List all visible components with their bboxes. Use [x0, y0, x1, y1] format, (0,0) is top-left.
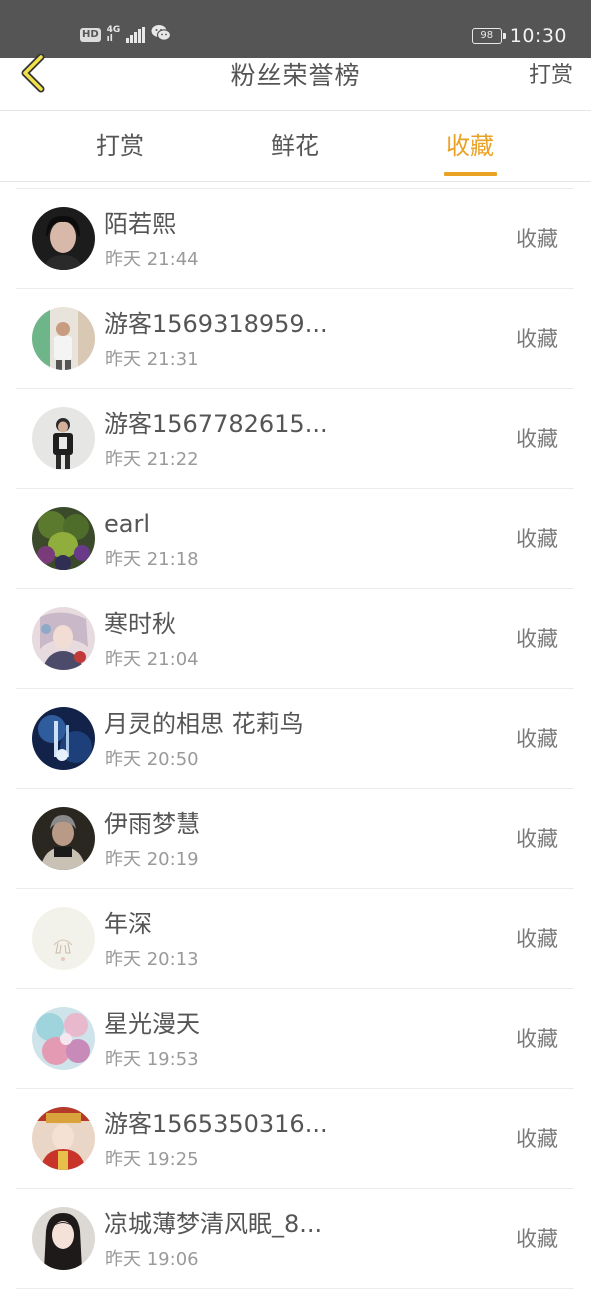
list-item[interactable]: 游客1569318959... 昨天 21:31 收藏: [16, 289, 574, 389]
avatar: [32, 407, 95, 470]
favorite-label: 收藏: [516, 727, 558, 751]
user-name: 凉城薄梦清风眠_8...: [104, 1210, 323, 1238]
timestamp: 昨天 21:18: [105, 549, 199, 570]
user-name: 陌若熙: [104, 210, 176, 238]
page-title: 粉丝荣誉榜: [230, 61, 361, 90]
timestamp: 昨天 20:13: [105, 949, 199, 970]
favorite-label: 收藏: [516, 1027, 558, 1051]
tab-reward[interactable]: 打赏: [60, 111, 180, 181]
list-item[interactable]: 星光漫天 昨天 19:53 收藏: [16, 989, 574, 1089]
timestamp: 昨天 20:50: [105, 749, 199, 770]
fan-list: 陌若熙 昨天 21:44 收藏 游客1569318959... 昨天 21:31…: [16, 188, 574, 1289]
timestamp: 昨天 19:53: [105, 1049, 199, 1070]
tab-indicator: [444, 172, 497, 176]
timestamp: 昨天 21:04: [105, 649, 199, 670]
user-name: 星光漫天: [104, 1010, 200, 1038]
tab-flowers[interactable]: 鲜花: [235, 111, 355, 181]
list-item[interactable]: 游客1567782615... 昨天 21:22 收藏: [16, 389, 574, 489]
user-name: 寒时秋: [104, 610, 176, 638]
timestamp: 昨天 21:44: [105, 249, 199, 270]
timestamp: 昨天 19:25: [105, 1149, 199, 1170]
avatar: [32, 1107, 95, 1170]
list-item[interactable]: 寒时秋 昨天 21:04 收藏: [16, 589, 574, 689]
favorite-label: 收藏: [516, 427, 558, 451]
user-name: 年深: [104, 910, 152, 938]
signal-icon: [126, 27, 145, 43]
list-item[interactable]: 陌若熙 昨天 21:44 收藏: [16, 189, 574, 289]
avatar: [32, 1007, 95, 1070]
favorite-label: 收藏: [516, 827, 558, 851]
list-item[interactable]: 游客1565350316... 昨天 19:25 收藏: [16, 1089, 574, 1189]
favorite-label: 收藏: [516, 527, 558, 551]
status-bar: HD 4G ıl 98 10:30: [0, 0, 591, 58]
favorite-label: 收藏: [516, 1227, 558, 1251]
reward-button[interactable]: 打赏: [529, 58, 573, 94]
timestamp: 昨天 20:19: [105, 849, 199, 870]
list-item[interactable]: 月灵的相思 花莉鸟 昨天 20:50 收藏: [16, 689, 574, 789]
user-name: 月灵的相思 花莉鸟: [104, 710, 304, 738]
list-item[interactable]: earl 昨天 21:18 收藏: [16, 489, 574, 589]
status-indicators: HD 4G ıl: [80, 24, 171, 46]
list-item[interactable]: 年深 昨天 20:13 收藏: [16, 889, 574, 989]
favorite-label: 收藏: [516, 327, 558, 351]
user-name: 游客1567782615...: [104, 410, 328, 438]
status-right: 98 10:30: [471, 24, 567, 48]
header: 粉丝荣誉榜 打赏: [0, 53, 591, 111]
status-time: 10:30: [509, 25, 567, 47]
user-name: 游客1569318959...: [104, 310, 328, 338]
avatar: [32, 1207, 95, 1270]
list-item[interactable]: 凉城薄梦清风眠_8... 昨天 19:06 收藏: [16, 1189, 574, 1289]
avatar: [32, 207, 95, 270]
user-name: 伊雨梦慧: [104, 810, 200, 838]
wechat-icon: [151, 24, 171, 46]
avatar: [32, 607, 95, 670]
network-arrows: ıl: [106, 34, 113, 44]
battery-icon: 98: [471, 28, 506, 44]
avatar: [32, 707, 95, 770]
avatar: [32, 507, 95, 570]
avatar: [32, 307, 95, 370]
timestamp: 昨天 19:06: [105, 1249, 199, 1270]
timestamp: 昨天 21:31: [105, 349, 199, 370]
avatar: [32, 807, 95, 870]
favorite-label: 收藏: [516, 927, 558, 951]
network-type: 4G ıl: [107, 26, 121, 44]
timestamp: 昨天 21:22: [105, 449, 199, 470]
user-name: 游客1565350316...: [104, 1110, 328, 1138]
tab-favorites[interactable]: 收藏: [410, 111, 530, 181]
favorite-label: 收藏: [516, 227, 558, 251]
favorite-label: 收藏: [516, 627, 558, 651]
list-item[interactable]: 伊雨梦慧 昨天 20:19 收藏: [16, 789, 574, 889]
favorite-label: 收藏: [516, 1127, 558, 1151]
hd-badge: HD: [80, 28, 101, 42]
tab-bar: 打赏 鲜花 收藏: [0, 111, 591, 182]
avatar: [32, 907, 95, 970]
user-name: earl: [104, 510, 151, 538]
